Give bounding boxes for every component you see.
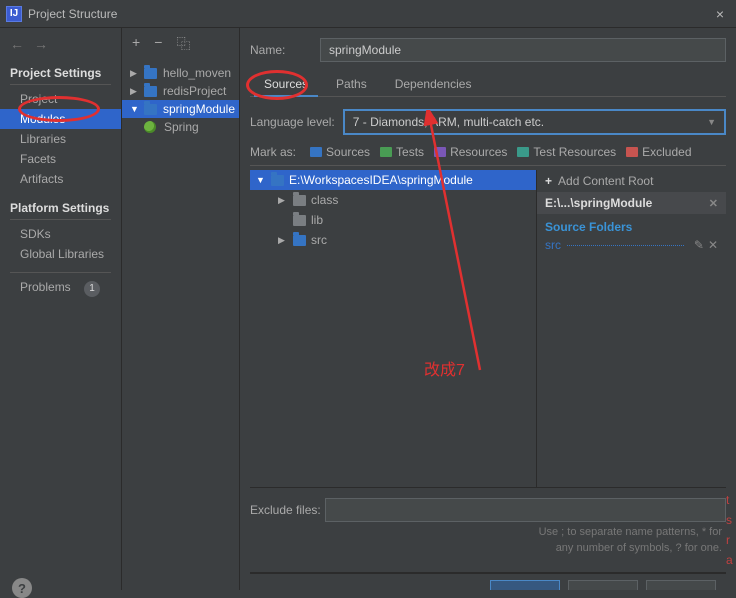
folder-icon bbox=[517, 147, 529, 157]
tree-item-lib[interactable]: ▶ lib bbox=[250, 210, 536, 230]
facet-spring[interactable]: Spring bbox=[122, 118, 239, 136]
module-springmodule[interactable]: ▼ springModule bbox=[122, 100, 239, 118]
problems-badge: 1 bbox=[84, 281, 100, 297]
content-tree: ▼ E:\WorkspacesIDEA\springModule ▶ class… bbox=[250, 170, 536, 487]
language-level-label: Language level: bbox=[250, 115, 335, 129]
project-settings-heading: Project Settings bbox=[0, 62, 121, 84]
source-folder-src[interactable]: src ✎ ✕ bbox=[537, 236, 726, 254]
source-folder-label: src bbox=[545, 238, 561, 252]
plus-icon: + bbox=[545, 174, 552, 188]
content-root-path: E:\...\springModule bbox=[545, 196, 652, 210]
tree-root[interactable]: ▼ E:\WorkspacesIDEA\springModule bbox=[250, 170, 536, 190]
remove-root-icon[interactable]: ✕ bbox=[709, 197, 718, 210]
expand-icon[interactable]: ▶ bbox=[278, 195, 288, 206]
nav-artifacts[interactable]: Artifacts bbox=[0, 169, 121, 189]
content-root-header: E:\...\springModule ✕ bbox=[537, 192, 726, 214]
nav-global-libraries[interactable]: Global Libraries bbox=[0, 244, 121, 264]
remove-icon[interactable]: ✕ bbox=[708, 238, 718, 252]
nav-sdks[interactable]: SDKs bbox=[0, 224, 121, 244]
mark-as-label: Mark as: bbox=[250, 145, 296, 159]
mark-sources[interactable]: Sources bbox=[310, 145, 370, 159]
folder-icon bbox=[293, 235, 306, 246]
ok-button[interactable] bbox=[490, 580, 560, 590]
tree-item-label: src bbox=[311, 233, 327, 247]
language-level-select[interactable]: 7 - Diamonds, ARM, multi-catch etc. ▼ bbox=[343, 109, 726, 135]
nav-facets[interactable]: Facets bbox=[0, 149, 121, 169]
mark-excluded[interactable]: Excluded bbox=[626, 145, 691, 159]
help-icon[interactable]: ? bbox=[12, 578, 32, 598]
facet-label: Spring bbox=[164, 120, 199, 134]
add-content-root[interactable]: + Add Content Root bbox=[537, 170, 726, 192]
folder-icon bbox=[626, 147, 638, 157]
module-label: springModule bbox=[163, 102, 235, 116]
exclude-label: Exclude files: bbox=[250, 503, 325, 517]
folder-icon bbox=[293, 195, 306, 206]
remove-icon[interactable]: − bbox=[154, 34, 162, 54]
back-icon[interactable]: ← bbox=[10, 36, 24, 52]
module-list: + − ⿻ ▶ hello_moven ▶ redisProject ▼ spr… bbox=[122, 28, 240, 590]
cancel-button[interactable] bbox=[568, 580, 638, 590]
tab-dependencies[interactable]: Dependencies bbox=[381, 72, 486, 96]
apply-button[interactable] bbox=[646, 580, 716, 590]
folder-icon bbox=[434, 147, 446, 157]
exclude-section: Exclude files: Use ; to separate name pa… bbox=[250, 487, 726, 572]
exclude-hint-1: Use ; to separate name patterns, * for bbox=[250, 522, 726, 538]
folder-icon bbox=[310, 147, 322, 157]
collapse-icon[interactable]: ▼ bbox=[130, 104, 140, 114]
expand-icon[interactable]: ▶ bbox=[130, 86, 140, 97]
mark-resources[interactable]: Resources bbox=[434, 145, 507, 159]
close-icon[interactable]: × bbox=[710, 6, 730, 22]
module-icon bbox=[144, 68, 157, 79]
chevron-down-icon: ▼ bbox=[707, 117, 716, 127]
nav-libraries[interactable]: Libraries bbox=[0, 129, 121, 149]
app-icon: IJ bbox=[6, 6, 22, 22]
source-folders-heading: Source Folders bbox=[537, 214, 726, 236]
expand-icon[interactable]: ▶ bbox=[278, 235, 288, 246]
expand-icon[interactable]: ▶ bbox=[130, 68, 140, 79]
folder-icon bbox=[293, 215, 306, 226]
left-nav: ← → Project Settings Project Modules Lib… bbox=[0, 28, 122, 590]
folder-icon bbox=[380, 147, 392, 157]
window-title: Project Structure bbox=[28, 7, 117, 21]
module-label: hello_moven bbox=[163, 66, 231, 80]
nav-problems[interactable]: Problems 1 bbox=[0, 277, 121, 300]
module-tabs: Sources Paths Dependencies bbox=[250, 72, 726, 97]
tree-item-class[interactable]: ▶ class bbox=[250, 190, 536, 210]
titlebar: IJ Project Structure × bbox=[0, 0, 736, 28]
copy-icon[interactable]: ⿻ bbox=[176, 34, 190, 54]
platform-settings-heading: Platform Settings bbox=[0, 197, 121, 219]
module-redisproject[interactable]: ▶ redisProject bbox=[122, 82, 239, 100]
mark-test-resources[interactable]: Test Resources bbox=[517, 145, 616, 159]
tree-item-label: lib bbox=[311, 213, 323, 227]
module-label: redisProject bbox=[163, 84, 226, 98]
spring-icon bbox=[144, 121, 156, 133]
mark-tests[interactable]: Tests bbox=[380, 145, 424, 159]
exclude-hint-2: any number of symbols, ? for one. bbox=[250, 538, 726, 554]
main-panel: Name: Sources Paths Dependencies Languag… bbox=[240, 28, 736, 590]
name-label: Name: bbox=[250, 43, 320, 57]
edit-icon[interactable]: ✎ bbox=[694, 238, 704, 252]
collapse-icon[interactable]: ▼ bbox=[256, 175, 266, 185]
nav-problems-label: Problems bbox=[20, 280, 71, 294]
nav-project[interactable]: Project bbox=[0, 89, 121, 109]
module-icon bbox=[144, 86, 157, 97]
tree-root-label: E:\WorkspacesIDEA\springModule bbox=[289, 173, 473, 187]
tab-sources[interactable]: Sources bbox=[250, 72, 322, 96]
dialog-footer bbox=[250, 572, 726, 590]
exclude-files-input[interactable] bbox=[325, 498, 726, 522]
tab-paths[interactable]: Paths bbox=[322, 72, 381, 96]
add-icon[interactable]: + bbox=[132, 34, 140, 54]
tree-item-label: class bbox=[311, 193, 338, 207]
nav-modules[interactable]: Modules bbox=[0, 109, 121, 129]
add-content-root-label: Add Content Root bbox=[558, 174, 653, 188]
module-hello-moven[interactable]: ▶ hello_moven bbox=[122, 64, 239, 82]
folder-icon bbox=[271, 175, 284, 186]
module-icon bbox=[144, 104, 157, 115]
language-level-value: 7 - Diamonds, ARM, multi-catch etc. bbox=[353, 115, 544, 129]
mark-as-toolbar: Mark as: Sources Tests Resources Test Re… bbox=[250, 145, 726, 166]
content-roots-panel: + Add Content Root E:\...\springModule ✕… bbox=[536, 170, 726, 487]
tree-item-src[interactable]: ▶ src bbox=[250, 230, 536, 250]
forward-icon[interactable]: → bbox=[34, 36, 48, 52]
module-name-input[interactable] bbox=[320, 38, 726, 62]
